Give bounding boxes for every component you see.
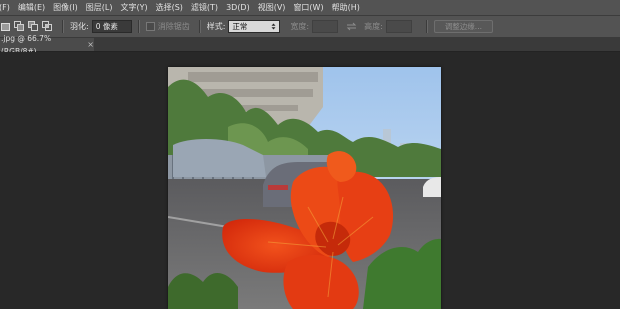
antialias-label: 消除锯齿 [157, 22, 190, 31]
menu-view[interactable]: 视图(V) [254, 0, 290, 15]
menu-3d[interactable]: 3D(D) [222, 0, 254, 15]
menu-bar: (F) 编辑(E) 图像(I) 图层(L) 文字(Y) 选择(S) 滤镜(T) … [0, 0, 620, 16]
style-label: 样式: [206, 22, 226, 31]
close-icon[interactable]: × [87, 38, 94, 51]
antialias-checkbox[interactable] [145, 22, 155, 31]
menu-edit[interactable]: 编辑(E) [14, 0, 49, 15]
style-select[interactable]: 正常 [228, 20, 281, 33]
intersect-selection-icon[interactable] [42, 21, 53, 32]
swap-icon[interactable] [346, 21, 357, 32]
menu-help[interactable]: 帮助(H) [328, 0, 364, 15]
subtract-selection-icon[interactable] [28, 21, 39, 32]
height-input[interactable] [385, 20, 412, 33]
feather-label: 羽化: [70, 22, 89, 31]
menu-window[interactable]: 窗口(W) [289, 0, 327, 15]
menu-type[interactable]: 文字(Y) [116, 0, 151, 15]
options-separator [425, 20, 428, 33]
document-tab[interactable]: .jpg @ 66.7%(RGB/8#) × [0, 34, 94, 56]
style-select-value: 正常 [232, 22, 248, 31]
menu-file[interactable]: (F) [0, 0, 14, 15]
document-tab-bar: .jpg @ 66.7%(RGB/8#) × [0, 34, 620, 56]
menu-select[interactable]: 选择(S) [152, 0, 187, 15]
width-input[interactable] [312, 20, 339, 33]
canvas-area [0, 52, 620, 309]
car-taillight [268, 185, 288, 190]
width-label: 宽度: [290, 22, 310, 31]
refine-edge-button[interactable]: 调整边缘... [433, 20, 493, 33]
document-image[interactable] [168, 67, 441, 309]
new-selection-icon[interactable] [0, 21, 11, 32]
menu-image[interactable]: 图像(I) [49, 0, 82, 15]
options-separator [137, 20, 140, 33]
menu-layer[interactable]: 图层(L) [82, 0, 117, 15]
add-selection-icon[interactable] [14, 21, 25, 32]
feather-input[interactable]: 0 像素 [91, 20, 132, 33]
dropdown-arrow-icon [271, 23, 276, 30]
options-bar: 羽化: 0 像素 消除锯齿 样式: 正常 宽度: 高度: 调整边缘... [0, 16, 620, 38]
menu-filter[interactable]: 滤镜(T) [187, 0, 222, 15]
height-label: 高度: [364, 22, 383, 31]
options-separator [198, 20, 201, 33]
